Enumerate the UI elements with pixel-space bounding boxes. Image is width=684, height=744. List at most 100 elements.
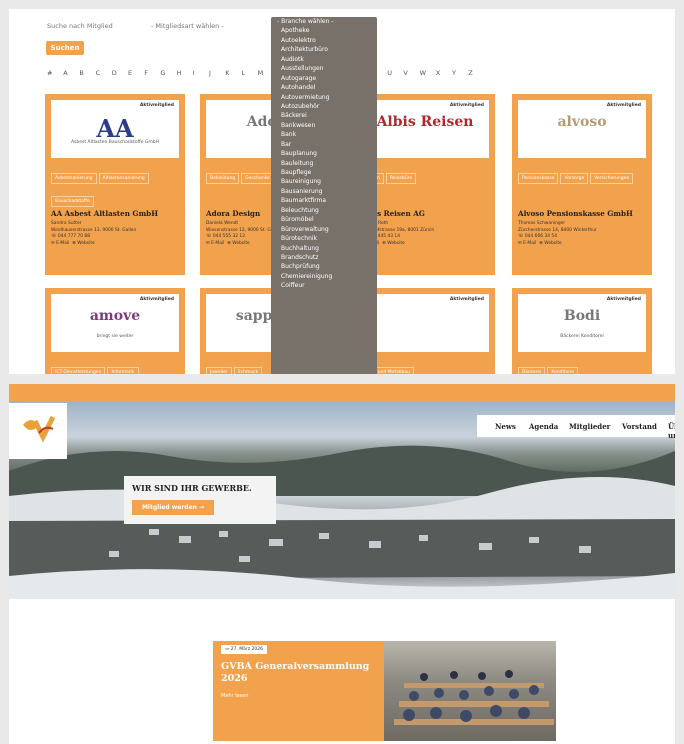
search-input[interactable]: Suche nach Mitglied [47, 22, 113, 30]
member-website-link[interactable]: Website [387, 241, 405, 246]
alphabet-letter-link[interactable]: H [177, 69, 182, 77]
member-type-select[interactable]: - Mitgliedsart wählen - [151, 22, 224, 30]
alphabet-letter-link[interactable]: U [387, 69, 392, 77]
alphabet-letter-link[interactable]: G [160, 69, 165, 77]
news-teaser[interactable]: ▭ 27. März 2026 GVBA Generalversammlung … [213, 641, 556, 741]
branch-option[interactable]: Bauplanung [271, 149, 377, 158]
branch-option[interactable]: Bausanierung [271, 187, 377, 196]
branch-tag[interactable]: Bekleidung [206, 173, 240, 184]
phone-icon: ☏ [206, 234, 213, 239]
branch-option[interactable]: Buchprüfung [271, 262, 377, 271]
branch-tag[interactable]: Bäckerei [518, 367, 546, 374]
alphabet-letter-link[interactable]: M [258, 69, 264, 77]
alphabet-letter-link[interactable]: X [436, 69, 440, 77]
site-logo[interactable] [9, 403, 67, 459]
alphabet-letter-link[interactable]: Z [468, 69, 472, 77]
member-logo-text: Bodi [563, 308, 601, 324]
alphabet-letter-link[interactable]: L [241, 69, 245, 77]
branch-option[interactable]: Baureinigung [271, 177, 377, 186]
member-card[interactable]: Aktivmitglied alvoso Pensionskasse Vorsorge… [512, 94, 652, 275]
member-email-link[interactable]: E-Mail [211, 241, 224, 246]
branch-option[interactable]: Apotheke [271, 26, 377, 35]
branch-option[interactable]: Coiffeur [271, 281, 377, 290]
branch-option[interactable]: Baupflege [271, 168, 377, 177]
alphabet-letter-link[interactable]: Y [452, 69, 456, 77]
branch-option[interactable]: Bürotechnik [271, 234, 377, 243]
member-name[interactable]: Alvoso Pensionskasse GmbH [518, 209, 648, 218]
nav-item[interactable]: Agenda [529, 422, 558, 431]
alphabet-letter-link[interactable]: V [403, 69, 407, 77]
branch-tag[interactable]: ICT-Dienstleistungen [51, 367, 106, 374]
branch-option[interactable]: Baumarktfirma [271, 196, 377, 205]
nav-item[interactable]: Über uns [668, 422, 675, 440]
branch-tag[interactable]: Pensionskasse [518, 173, 559, 184]
alphabet-letter-link[interactable]: D [112, 69, 117, 77]
member-phone[interactable]: 044 777 70 88 [58, 234, 90, 239]
alphabet-letter-link[interactable]: A [63, 69, 67, 77]
branch-option[interactable]: Audiotk [271, 55, 377, 64]
branch-option[interactable]: Bäckerei [271, 111, 377, 120]
member-name[interactable]: Albis Reisen AG [361, 209, 491, 218]
member-website-link[interactable]: Website [232, 241, 250, 246]
branch-option[interactable]: Buchhaltung [271, 244, 377, 253]
alphabet-letter-link[interactable]: B [79, 69, 83, 77]
member-name[interactable]: AA Asbest Altlasten GmbH [51, 209, 181, 218]
nav-item[interactable]: News [495, 422, 516, 431]
alphabet-letter-link[interactable]: K [225, 69, 229, 77]
branch-tag[interactable]: Vorsorge [560, 173, 589, 184]
branch-option[interactable]: Bauleitung [271, 159, 377, 168]
news-title[interactable]: GVBA Generalversammlung 2026 [221, 661, 381, 685]
member-phone[interactable]: 044 666 34 54 [525, 234, 557, 239]
member-email-link[interactable]: E-Mail [56, 241, 69, 246]
branch-tag[interactable]: Bauschadstoffe [51, 196, 94, 207]
become-member-button[interactable]: Mitglied werden → [132, 500, 214, 515]
branch-options-list: Apotheke Autoelektro Architekturbüro Audiot… [271, 26, 377, 290]
branch-tag[interactable]: Konditorei [547, 367, 579, 374]
branch-tag[interactable]: Schmuck [233, 367, 263, 374]
alphabet-letter-link[interactable]: F [144, 69, 148, 77]
search-button[interactable]: Suchen [46, 41, 84, 55]
member-email-link[interactable]: E-Mail [523, 241, 536, 246]
nav-item[interactable]: Mitglieder [569, 422, 610, 431]
branch-option[interactable]: Bank [271, 130, 377, 139]
member-card[interactable]: Aktivmitglied amove bringt sie weiter ICT-D… [45, 288, 185, 374]
member-website-link[interactable]: Website [77, 241, 95, 246]
member-logo: Aktivmitglied amove bringt sie weiter [51, 294, 179, 352]
alphabet-letter-link[interactable]: # [47, 69, 52, 77]
branch-tag[interactable]: Geschenke [241, 173, 274, 184]
branch-tag[interactable]: Informatik [107, 367, 139, 374]
alphabet-letter-link[interactable]: W [420, 69, 426, 77]
branch-option[interactable]: Brandschutz [271, 253, 377, 262]
alphabet-letter-link[interactable]: E [128, 69, 132, 77]
branch-tag[interactable]: Asbestsanierung [51, 173, 97, 184]
branch-option[interactable]: Bankwesen [271, 121, 377, 130]
member-tags: Bäckerei Konditorei [518, 358, 646, 374]
nav-item[interactable]: Vorstand [622, 422, 657, 431]
branch-option[interactable]: Autoelektro [271, 36, 377, 45]
branch-dropdown[interactable]: - Branche wählen - Apotheke Autoelektro Ar… [271, 17, 377, 374]
news-read-more-link[interactable]: Mehr lesen [221, 693, 249, 699]
branch-selected-option[interactable]: - Branche wählen - [271, 17, 377, 26]
member-card[interactable]: Aktivmitglied Bodi Bäckerei Konditorei Bäck… [512, 288, 652, 374]
branch-option[interactable]: Bar [271, 140, 377, 149]
branch-option[interactable]: Chemiereinigung [271, 272, 377, 281]
branch-option[interactable]: Büromöbel [271, 215, 377, 224]
branch-tag[interactable]: Reisebüro [385, 173, 417, 184]
branch-option[interactable]: Autovermietung [271, 93, 377, 102]
alphabet-letter-link[interactable]: I [193, 69, 195, 77]
branch-option[interactable]: Büroverwaltung [271, 225, 377, 234]
branch-tag[interactable]: Juwelier [206, 367, 232, 374]
member-website-link[interactable]: Website [544, 241, 562, 246]
alphabet-letter-link[interactable]: C [96, 69, 101, 77]
branch-option[interactable]: Beleuchtung [271, 206, 377, 215]
branch-tag[interactable]: Altlastensanierung [98, 173, 149, 184]
branch-option[interactable]: Autogarage [271, 74, 377, 83]
branch-option[interactable]: Ausstellungen [271, 64, 377, 73]
branch-option[interactable]: Autohandel [271, 83, 377, 92]
alphabet-letter-link[interactable]: J [209, 69, 211, 77]
member-phone[interactable]: 044 555 32 12 [213, 234, 245, 239]
branch-tag[interactable]: Versicherungen [590, 173, 634, 184]
branch-option[interactable]: Architekturbüro [271, 45, 377, 54]
branch-option[interactable]: Autozubehör [271, 102, 377, 111]
member-card[interactable]: Aktivmitglied AA Asbest Altlasten Bauschad… [45, 94, 185, 275]
